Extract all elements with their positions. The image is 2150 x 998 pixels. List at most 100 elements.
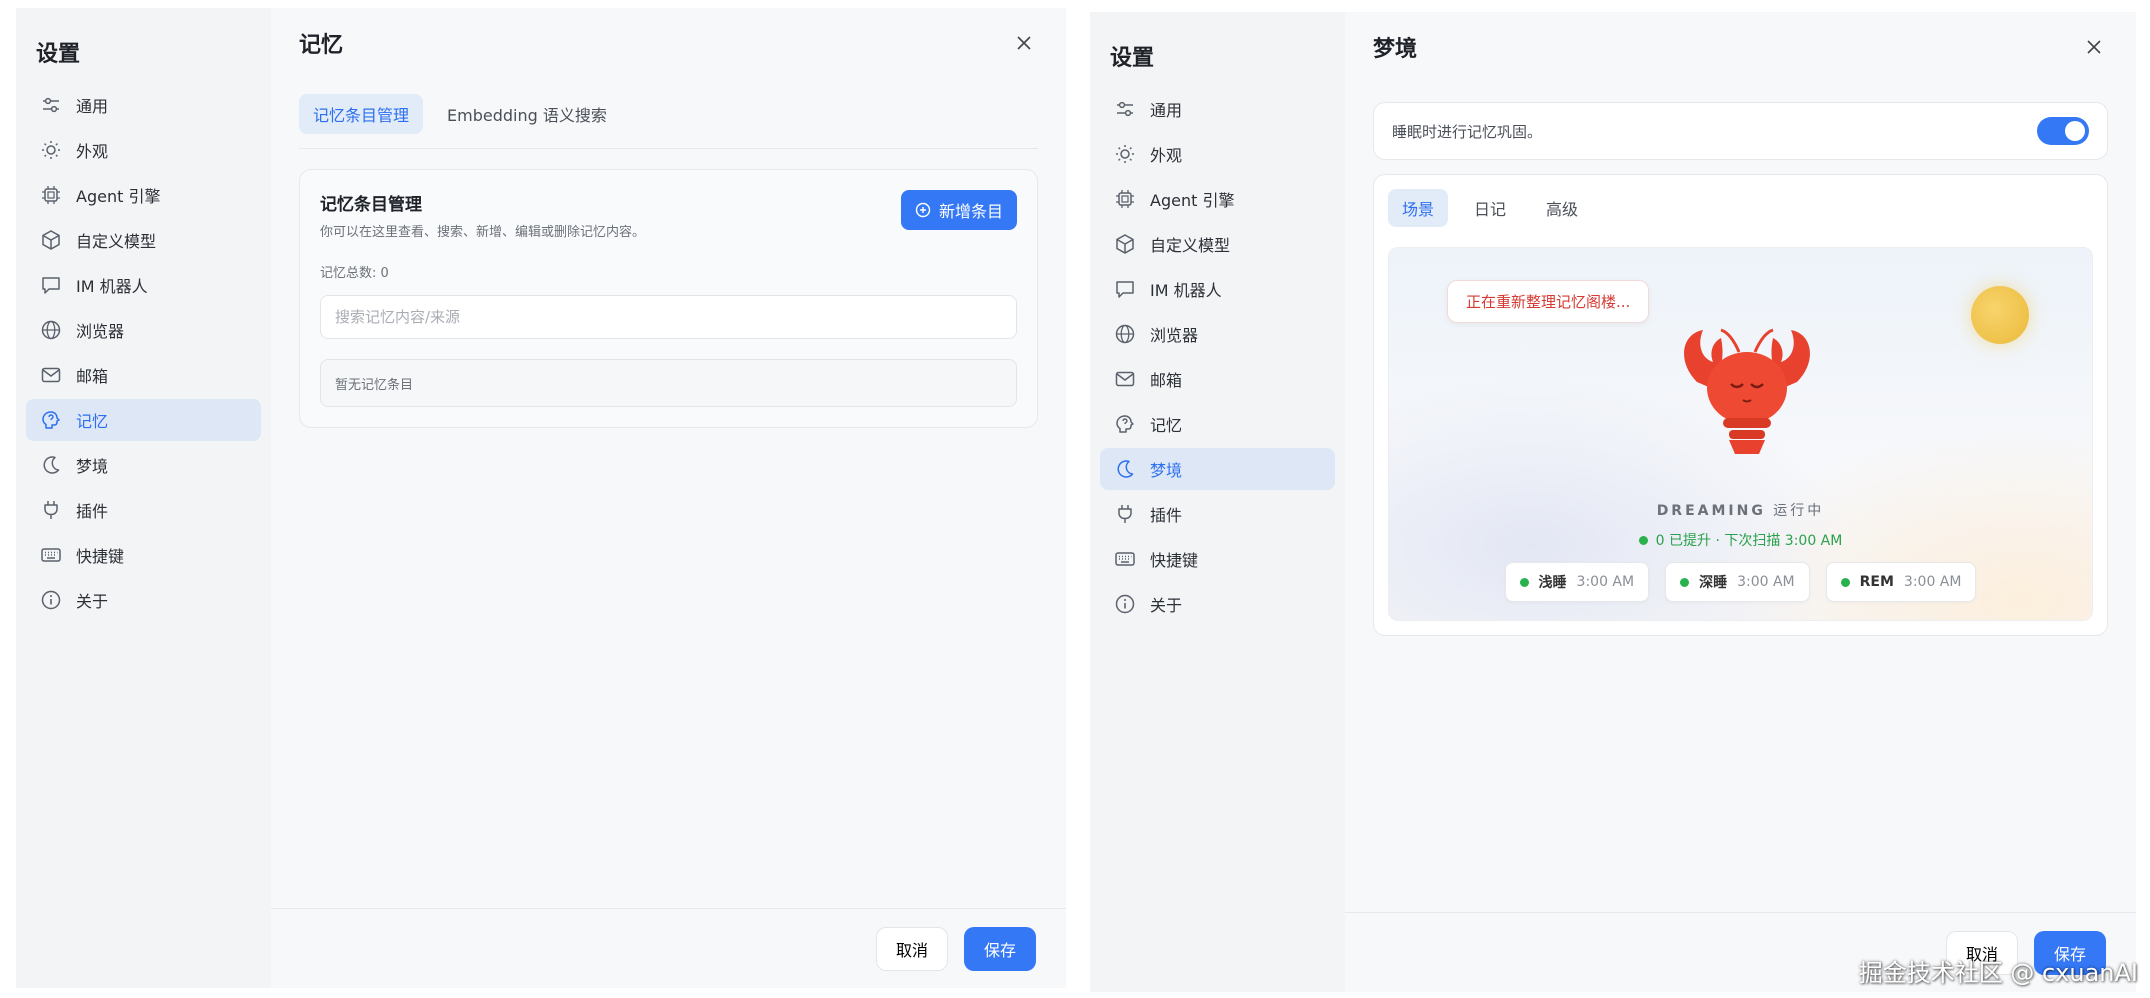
sidebar-item-label: 外观 xyxy=(1150,146,1183,165)
plug-icon xyxy=(40,499,62,521)
info-icon xyxy=(40,589,62,611)
cube-icon xyxy=(40,229,62,251)
keyboard-icon xyxy=(40,544,62,566)
sidebar-item-label: 插件 xyxy=(1150,506,1183,525)
sidebar-item[interactable]: 快捷键 xyxy=(26,534,261,576)
sidebar-item[interactable]: 插件 xyxy=(1100,493,1335,535)
chat-bubble-icon xyxy=(1114,278,1136,300)
sidebar-item[interactable]: 自定义模型 xyxy=(26,219,261,261)
memory-search-input[interactable] xyxy=(320,295,1017,339)
dream-state-text: 运行中 xyxy=(1773,503,1825,519)
settings-window-dreaming: 设置 通用 外观 Agent 引擎 自定义模型 IM 机器人 浏览器 邮箱 记忆 梦境 插件 快捷键… xyxy=(1090,12,2136,992)
sidebar-item-label: 自定义模型 xyxy=(1150,236,1231,255)
dream-card: 场景 日记 高级 正在重新整理记忆阁楼... DREAMING 运行中 0 已提… xyxy=(1373,174,2108,636)
sun-icon xyxy=(1114,143,1136,165)
sidebar-item[interactable]: 外观 xyxy=(26,129,261,171)
sidebar-title: 设置 xyxy=(36,42,81,67)
main-panel: 梦境 睡眠时进行记忆巩固。 场景 日记 高级 正在重新整理记忆阁楼... DRE… xyxy=(1345,12,2136,992)
sidebar-item[interactable]: 浏览器 xyxy=(1100,313,1335,355)
tab-diary[interactable]: 日记 xyxy=(1460,189,1520,227)
dream-status: 0 已提升 · 下次扫描 3:00 AM xyxy=(1389,530,2092,550)
sidebar-item[interactable]: 插件 xyxy=(26,489,261,531)
sidebar-item-label: 浏览器 xyxy=(76,322,125,341)
sidebar-item-label: Agent 引擎 xyxy=(1150,191,1235,210)
sliders-icon xyxy=(40,94,62,116)
phase-time: 3:00 AM xyxy=(1737,574,1795,590)
settings-window-memory: 设置 通用 外观 Agent 引擎 自定义模型 IM 机器人 浏览器 邮箱 记忆 梦境 插件 快捷键… xyxy=(16,8,1066,988)
sidebar-item[interactable]: 通用 xyxy=(26,84,261,126)
phase-name: 浅睡 xyxy=(1538,575,1567,591)
dream-tabs: 场景 日记 高级 xyxy=(1388,189,2093,227)
tab-advanced[interactable]: 高级 xyxy=(1532,189,1592,227)
globe-icon xyxy=(40,319,62,341)
dream-scene: 正在重新整理记忆阁楼... DREAMING 运行中 0 已提升 · 下次扫描 … xyxy=(1388,247,2093,621)
sidebar-item-label: 插件 xyxy=(76,502,109,521)
sliders-icon xyxy=(1114,98,1136,120)
phase-rem: REM 3:00 AM xyxy=(1825,562,1977,602)
close-button[interactable] xyxy=(2080,33,2108,61)
sidebar-item[interactable]: 浏览器 xyxy=(26,309,261,351)
sidebar-item[interactable]: 邮箱 xyxy=(1100,358,1335,400)
sidebar-item[interactable]: 自定义模型 xyxy=(1100,223,1335,265)
status-dot-icon xyxy=(1638,535,1648,545)
brain-icon xyxy=(1114,413,1136,435)
sidebar-item[interactable]: 外观 xyxy=(1100,133,1335,175)
cancel-button[interactable]: 取消 xyxy=(876,926,948,971)
sidebar-item[interactable]: 关于 xyxy=(1100,583,1335,625)
sleep-consolidation-toggle[interactable] xyxy=(2037,117,2089,145)
phase-time: 3:00 AM xyxy=(1903,574,1962,590)
sleep-consolidation-row: 睡眠时进行记忆巩固。 xyxy=(1373,102,2108,160)
sidebar-item-label: 记忆 xyxy=(76,412,109,431)
sidebar-item[interactable]: 记忆 xyxy=(1100,403,1335,445)
sidebar-item[interactable]: Agent 引擎 xyxy=(1100,178,1335,220)
moon-sun-orb xyxy=(1971,286,2029,344)
sidebar-item[interactable]: 邮箱 xyxy=(26,354,261,396)
sidebar-item[interactable]: 通用 xyxy=(1100,88,1335,130)
memory-count: 记忆总数: 0 xyxy=(320,266,389,281)
page-title: 记忆 xyxy=(299,33,344,58)
memory-tabs: 记忆条目管理 Embedding 语义搜索 xyxy=(299,78,1038,149)
sidebar-item[interactable]: 梦境 xyxy=(1100,448,1335,490)
sidebar-item[interactable]: 快捷键 xyxy=(1100,538,1335,580)
sidebar-item[interactable]: 梦境 xyxy=(26,444,261,486)
tab-scene[interactable]: 场景 xyxy=(1388,189,1449,227)
sidebar-item[interactable]: 关于 xyxy=(26,579,261,621)
save-button[interactable]: 保存 xyxy=(964,926,1036,971)
sidebar-item[interactable]: IM 机器人 xyxy=(26,264,261,306)
watermark: 掘金技术社区 @ cxuanAI xyxy=(1858,959,2138,987)
close-icon xyxy=(2087,40,2101,54)
memory-entries-card: 记忆条目管理 你可以在这里查看、搜索、新增、编辑或删除记忆内容。 新增条目 记忆… xyxy=(299,169,1038,428)
empty-state: 暂无记忆条目 xyxy=(320,359,1017,407)
add-entry-button[interactable]: 新增条目 xyxy=(900,190,1017,230)
phase-time: 3:00 AM xyxy=(1576,574,1635,590)
panel-footer: 取消 保存 xyxy=(271,908,1066,988)
sidebar-item-label: IM 机器人 xyxy=(76,277,148,296)
sidebar-nav: 通用外观 Agent 引擎 自定义模型 IM 机器人 浏览器邮箱记忆梦境插件快捷键关于 xyxy=(26,84,261,621)
sidebar-item-label: IM 机器人 xyxy=(1150,281,1222,300)
info-icon xyxy=(1114,593,1136,615)
card-description: 你可以在这里查看、搜索、新增、编辑或删除记忆内容。 xyxy=(320,225,646,240)
mail-icon xyxy=(40,364,62,386)
panel-header: 记忆 xyxy=(271,8,1066,78)
brain-icon xyxy=(40,409,62,431)
keyboard-icon xyxy=(1114,548,1136,570)
chat-bubble-icon xyxy=(40,274,62,296)
tab-memory-entries[interactable]: 记忆条目管理 xyxy=(299,94,424,134)
plug-icon xyxy=(1114,503,1136,525)
phase-name: REM xyxy=(1859,574,1894,590)
mail-icon xyxy=(1114,368,1136,390)
sleep-consolidation-label: 睡眠时进行记忆巩固。 xyxy=(1392,122,1543,141)
sidebar-item-label: 快捷键 xyxy=(76,547,125,566)
phase-deep-sleep: 深睡 3:00 AM xyxy=(1665,562,1810,602)
phase-dot-icon xyxy=(1840,577,1850,587)
sidebar-item[interactable]: IM 机器人 xyxy=(1100,268,1335,310)
sidebar-item-label: 通用 xyxy=(76,97,109,116)
sidebar-item[interactable]: Agent 引擎 xyxy=(26,174,261,216)
tab-embedding-search[interactable]: Embedding 语义搜索 xyxy=(433,94,621,134)
sidebar-item-label: 浏览器 xyxy=(1150,326,1199,345)
dream-state-label: DREAMING 运行中 xyxy=(1389,500,2092,520)
sidebar-item[interactable]: 记忆 xyxy=(26,399,261,441)
moon-icon xyxy=(40,454,62,476)
close-button[interactable] xyxy=(1010,29,1038,57)
dream-speech-bubble: 正在重新整理记忆阁楼... xyxy=(1447,280,1650,323)
